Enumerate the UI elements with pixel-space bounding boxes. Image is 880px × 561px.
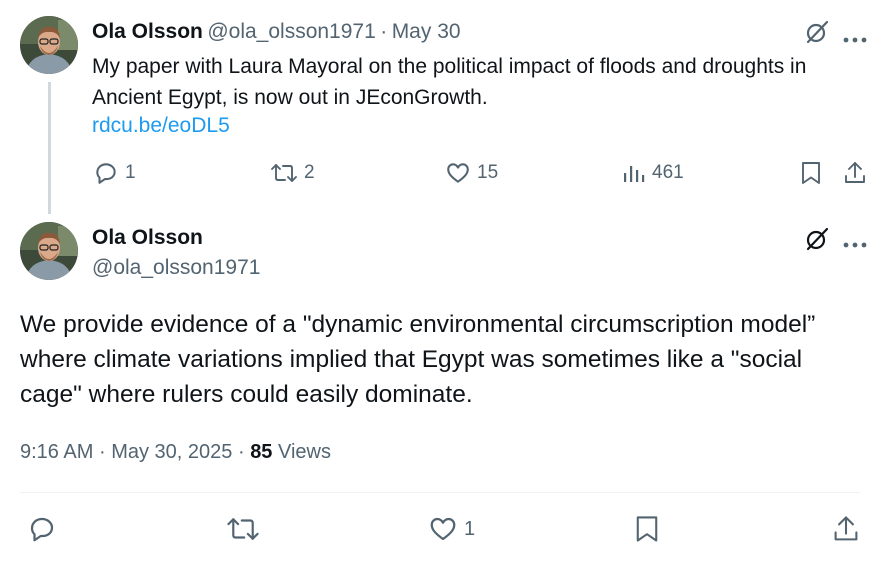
separator: · — [237, 441, 245, 463]
grok-icon[interactable] — [804, 226, 830, 257]
reply-count: 1 — [125, 162, 136, 183]
like-button[interactable]: 15 — [445, 160, 498, 186]
avatar[interactable] — [20, 222, 78, 280]
tweet-date[interactable]: May 30 — [392, 20, 461, 43]
more-icon[interactable] — [843, 30, 867, 48]
tweet-meta: 9:16 AM · May 30, 2025 · 85 Views — [20, 441, 331, 464]
divider — [20, 492, 860, 493]
tweet-text-line: Ancient Egypt, is now out in JEconGrowth… — [92, 86, 488, 109]
thread-line — [48, 82, 51, 214]
tweet-text-line: We provide evidence of a "dynamic enviro… — [20, 311, 816, 338]
views-count: 85 — [250, 441, 273, 463]
like-button[interactable]: 1 — [428, 514, 475, 544]
bookmark-icon — [636, 516, 658, 542]
bookmark-button[interactable] — [633, 514, 661, 549]
repost-icon — [271, 164, 297, 182]
main-tweet-text: We provide evidence of a "dynamic enviro… — [20, 307, 815, 412]
heart-icon — [447, 163, 469, 183]
reply-button[interactable]: 1 — [93, 160, 136, 186]
separator: · — [380, 20, 388, 43]
reply-tweet-header: Ola Olsson @ola_olsson1971 · May 30 — [92, 20, 461, 44]
views-icon — [624, 166, 645, 182]
author-name[interactable]: Ola Olsson — [92, 226, 203, 250]
views-label: Views — [278, 441, 331, 463]
views-button[interactable]: 461 — [622, 160, 684, 186]
like-count: 15 — [477, 162, 499, 183]
repost-icon — [227, 518, 259, 540]
tweet-text-line: cage" where rulers could easily dominate… — [20, 381, 473, 408]
author-handle[interactable]: @ola_olsson1971 — [207, 20, 375, 43]
tweet-text-line: My paper with Laura Mayoral on the polit… — [92, 55, 807, 78]
repost-button[interactable] — [226, 514, 260, 549]
reply-icon — [96, 163, 116, 184]
author-name[interactable]: Ola Olsson — [92, 20, 203, 43]
share-button[interactable] — [832, 514, 860, 549]
share-icon[interactable] — [843, 160, 867, 191]
reply-icon — [30, 517, 54, 542]
heart-icon — [430, 517, 456, 541]
separator: · — [98, 441, 106, 463]
tweet-time[interactable]: 9:16 AM — [20, 441, 93, 463]
tweet-date[interactable]: May 30, 2025 — [111, 441, 232, 463]
tweet-text-line: where climate variations implied that Eg… — [20, 346, 803, 373]
author-handle[interactable]: @ola_olsson1971 — [92, 256, 260, 280]
tweet-text: My paper with Laura Mayoral on the polit… — [92, 51, 806, 113]
views-count: 461 — [652, 162, 684, 183]
reply-button[interactable] — [27, 514, 57, 549]
avatar[interactable] — [20, 16, 78, 74]
more-icon[interactable] — [843, 235, 867, 253]
bookmark-icon[interactable] — [799, 160, 823, 191]
repost-button[interactable]: 2 — [270, 160, 315, 186]
tweet-link[interactable]: rdcu.be/eoDL5 — [92, 114, 230, 138]
share-icon — [834, 516, 858, 541]
repost-count: 2 — [304, 162, 315, 183]
grok-icon[interactable] — [804, 19, 830, 50]
like-count: 1 — [464, 517, 476, 540]
